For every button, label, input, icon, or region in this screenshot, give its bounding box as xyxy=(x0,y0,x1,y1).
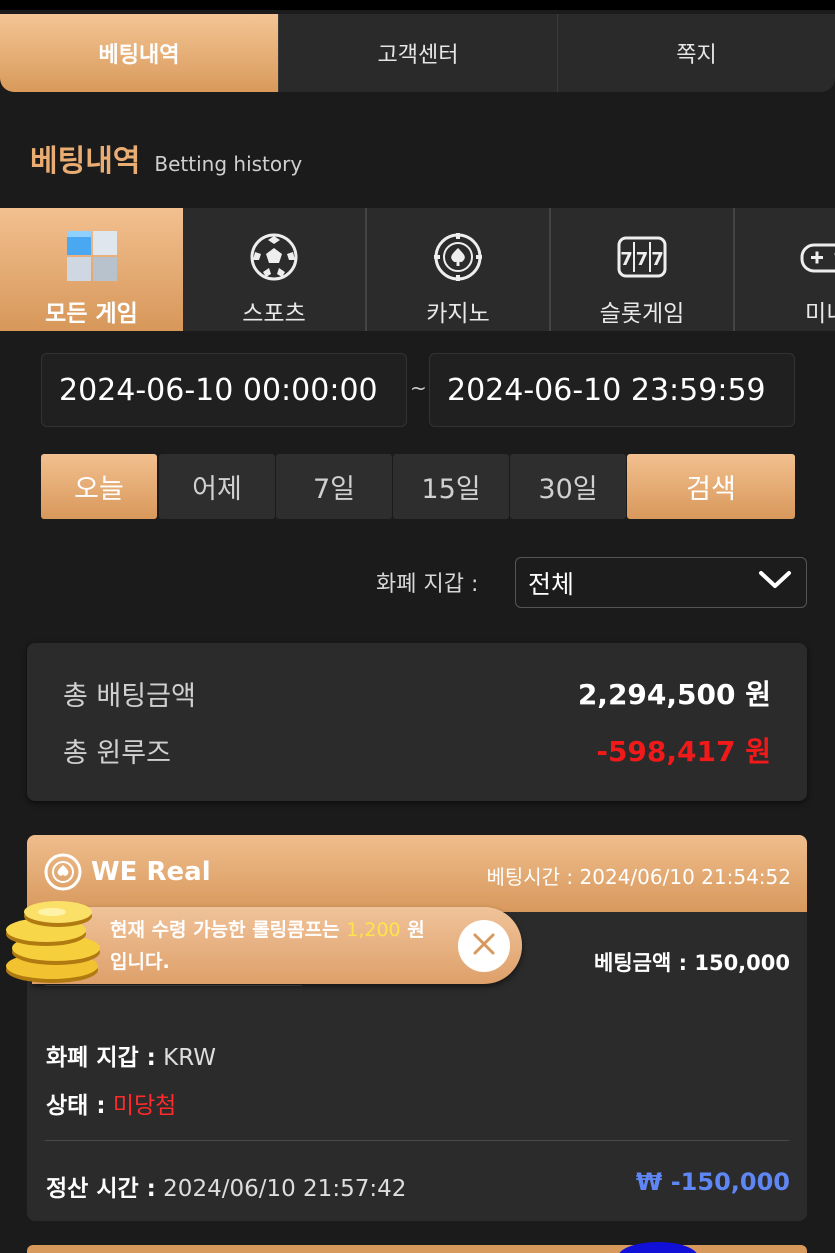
search-button[interactable]: 검색 xyxy=(627,454,795,519)
svg-text:7: 7 xyxy=(651,249,664,270)
betting-summary-panel: 총 배팅금액 2,294,500 원 총 윈루즈 -598,417 원 xyxy=(27,643,807,801)
svg-text:7: 7 xyxy=(620,249,633,270)
status-badge: 미당첨 xyxy=(112,1093,177,1119)
cubes-icon xyxy=(64,230,120,284)
start-date-input[interactable]: 2024-06-10 00:00:00 xyxy=(41,353,407,427)
period-yesterday-button[interactable]: 어제 xyxy=(159,454,275,519)
total-bet-row: 총 배팅금액 2,294,500 원 xyxy=(63,673,771,713)
period-7days-button[interactable]: 7일 xyxy=(276,454,392,519)
floating-button[interactable] xyxy=(618,1242,698,1253)
total-bet-value: 2,294,500 원 xyxy=(577,678,771,711)
settlement-time-value: 2024/06/10 21:57:42 xyxy=(163,1176,407,1202)
toast-message-prefix: 현재 수령 가능한 롤링콤프는 xyxy=(110,919,340,941)
settlement-time: 정산 시간 : 2024/06/10 21:57:42 xyxy=(46,1169,406,1203)
date-range-separator: ~ xyxy=(410,376,427,400)
toast-message-unit: 원 xyxy=(407,919,425,941)
total-bet-label: 총 배팅금액 xyxy=(63,680,196,712)
bet-record-card: WE Real 베팅시간 : 2024/06/10 21:54:52 베팅금액 … xyxy=(27,835,807,1221)
gold-coins-icon xyxy=(2,900,106,990)
tab-all-games[interactable]: 모든 게임 xyxy=(0,208,183,331)
bet-amount: 베팅금액 : 150,000 xyxy=(594,947,790,977)
tab-slot-games[interactable]: 7 7 7 슬롯게임 xyxy=(551,208,735,331)
game-category-tabs: 모든 게임 스포츠 카지노 7 7 7 슬롯게임 미 xyxy=(0,208,835,331)
status-label: 상태 : xyxy=(46,1093,106,1119)
tab-customer-center[interactable]: 고객센터 xyxy=(278,14,557,92)
divider xyxy=(45,1140,789,1141)
soccer-ball-icon xyxy=(246,230,302,284)
bet-game-name: WE Real xyxy=(91,857,211,887)
wallet-select-value: 전체 xyxy=(528,569,575,599)
svg-text:7: 7 xyxy=(636,249,649,270)
page-title-korean: 베팅내역 xyxy=(30,144,141,179)
page-title-english: Betting history xyxy=(154,152,303,176)
bet-time-label: 베팅시간 : xyxy=(486,865,574,889)
toast-message-suffix: 입니다. xyxy=(110,951,170,973)
tab-messages[interactable]: 쪽지 xyxy=(557,14,835,92)
status-info: 상태 : 미당첨 xyxy=(46,1086,176,1120)
end-date-input[interactable]: 2024-06-10 23:59:59 xyxy=(429,353,795,427)
period-15days-button[interactable]: 15일 xyxy=(393,454,509,519)
wallet-info-value: KRW xyxy=(163,1045,217,1071)
period-today-button[interactable]: 오늘 xyxy=(41,454,157,519)
wallet-select[interactable]: 전체 xyxy=(515,557,807,608)
total-winloss-label: 총 윈루즈 xyxy=(63,737,171,769)
close-icon xyxy=(471,931,497,961)
tab-slot-games-label: 슬롯게임 xyxy=(599,301,685,327)
period-30days-button[interactable]: 30일 xyxy=(510,454,626,519)
toast-message: 현재 수령 가능한 롤링콤프는 1,200 원 입니다. xyxy=(110,914,470,978)
slot-777-icon: 7 7 7 xyxy=(614,230,670,284)
payout-amount: ₩ -150,000 xyxy=(635,1168,790,1196)
top-edge xyxy=(0,0,835,10)
tab-all-games-label: 모든 게임 xyxy=(45,301,138,327)
tab-mini-games[interactable]: 미니 xyxy=(735,208,835,331)
top-tab-bar: 베팅내역 고객센터 쪽지 xyxy=(0,14,835,92)
casino-chip-icon xyxy=(43,852,83,896)
total-winloss-value: -598,417 원 xyxy=(596,735,771,768)
tab-sports[interactable]: 스포츠 xyxy=(183,208,367,331)
wallet-info-label: 화폐 지갑 : xyxy=(46,1045,156,1071)
bet-amount-label: 베팅금액 : xyxy=(594,951,688,975)
tab-sports-label: 스포츠 xyxy=(242,301,306,327)
total-winloss-row: 총 윈루즈 -598,417 원 xyxy=(63,730,771,770)
toast-comp-amount: 1,200 xyxy=(346,919,401,941)
settlement-time-label: 정산 시간 : xyxy=(46,1176,156,1202)
bet-time-value: 2024/06/10 21:54:52 xyxy=(579,865,791,889)
tab-casino-label: 카지노 xyxy=(426,301,490,327)
tab-casino[interactable]: 카지노 xyxy=(367,208,551,331)
chevron-down-icon xyxy=(758,568,792,597)
bet-time: 베팅시간 : 2024/06/10 21:54:52 xyxy=(486,861,791,890)
tab-betting-history[interactable]: 베팅내역 xyxy=(0,14,278,92)
page-title: 베팅내역 Betting history xyxy=(30,136,302,180)
toast-close-button[interactable] xyxy=(458,920,510,972)
casino-chip-icon xyxy=(430,230,486,284)
gamepad-icon xyxy=(799,230,835,284)
bet-amount-value: 150,000 xyxy=(694,951,790,975)
tab-mini-games-label: 미니 xyxy=(805,301,835,327)
wallet-info: 화폐 지갑 : KRW xyxy=(46,1038,216,1072)
wallet-filter-label: 화폐 지갑 : xyxy=(376,572,479,597)
bet-card-header: WE Real 베팅시간 : 2024/06/10 21:54:52 xyxy=(27,835,807,912)
